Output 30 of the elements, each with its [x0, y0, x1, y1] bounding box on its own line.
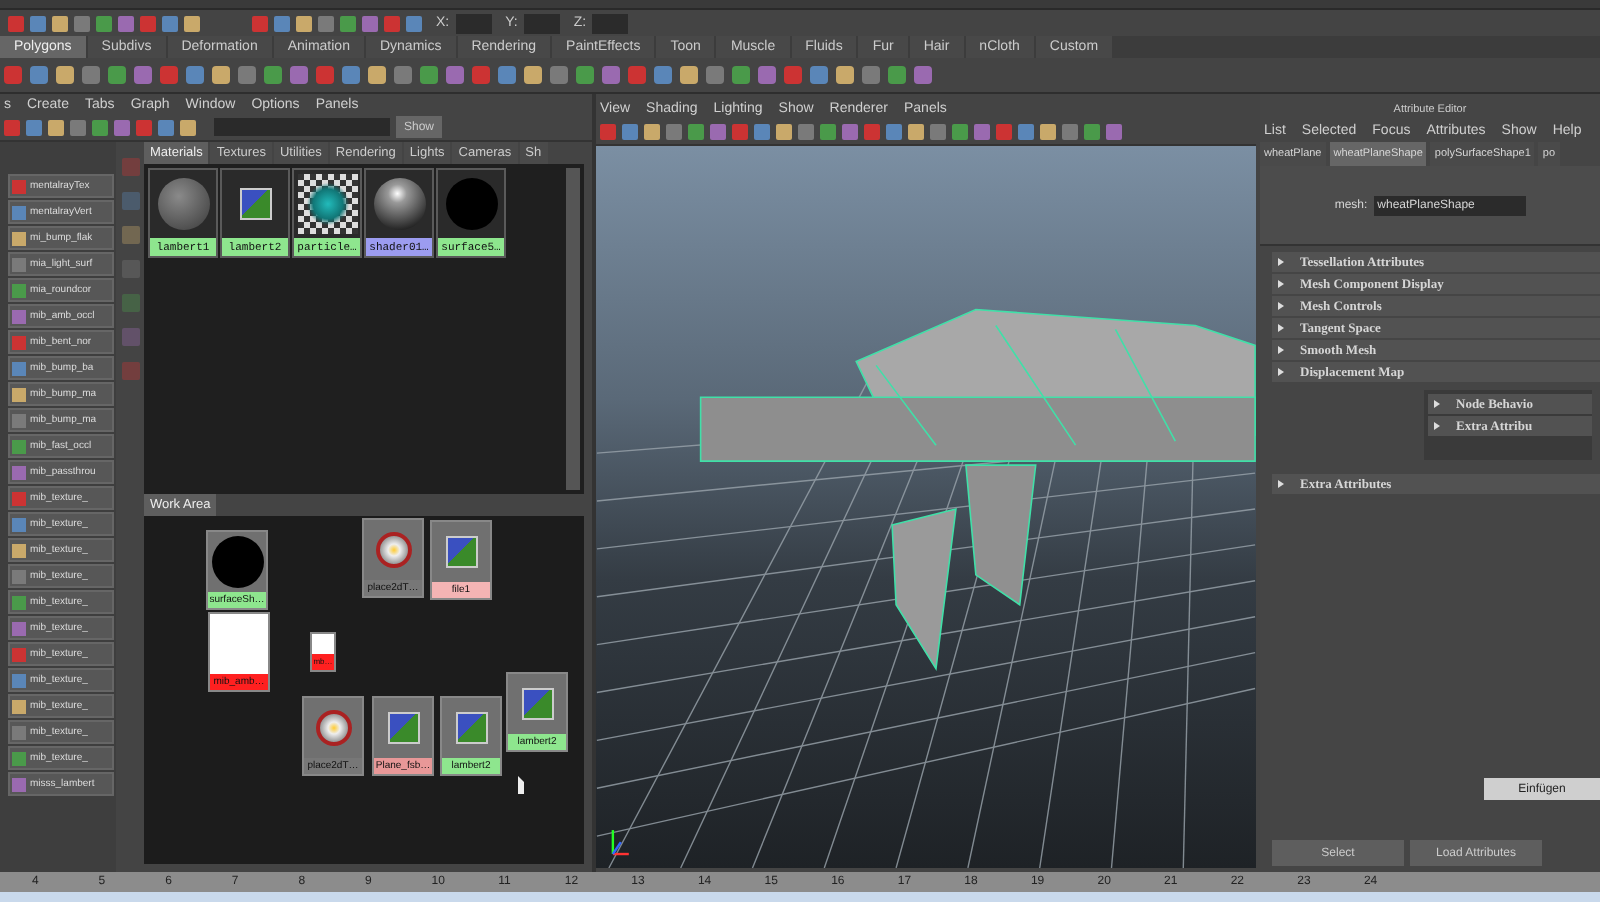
expand-arrow-icon[interactable] — [1278, 480, 1284, 488]
expand-arrow-icon[interactable] — [1278, 258, 1284, 266]
sphere-icon — [373, 178, 425, 230]
placement-icon — [375, 532, 411, 568]
coord-field[interactable] — [592, 13, 629, 33]
circle-icon — [445, 178, 497, 230]
picture-icon — [455, 712, 487, 744]
scrollbar[interactable] — [566, 168, 580, 490]
axis-icon — [611, 830, 629, 856]
expand-arrow-icon[interactable] — [1278, 346, 1284, 354]
expand-arrow-icon[interactable] — [1278, 280, 1284, 288]
cursor-icon — [518, 776, 524, 794]
coord-field[interactable] — [455, 13, 492, 33]
placement-icon — [315, 710, 351, 746]
picture-icon — [387, 712, 419, 744]
picture-icon — [445, 536, 477, 568]
expand-arrow-icon[interactable] — [1278, 368, 1284, 376]
expand-arrow-icon[interactable] — [1434, 400, 1440, 408]
checker-icon — [297, 174, 357, 234]
search-field[interactable] — [214, 118, 390, 136]
picture-icon — [521, 688, 553, 720]
blank-swatch — [210, 614, 268, 674]
expand-arrow-icon[interactable] — [1434, 422, 1440, 430]
expand-arrow-icon[interactable] — [1278, 324, 1284, 332]
circle-icon — [211, 536, 263, 588]
sphere-icon — [157, 178, 209, 230]
blank-swatch — [312, 634, 334, 654]
coord-field[interactable] — [523, 13, 560, 33]
picture-icon — [239, 188, 271, 220]
expand-arrow-icon[interactable] — [1278, 302, 1284, 310]
